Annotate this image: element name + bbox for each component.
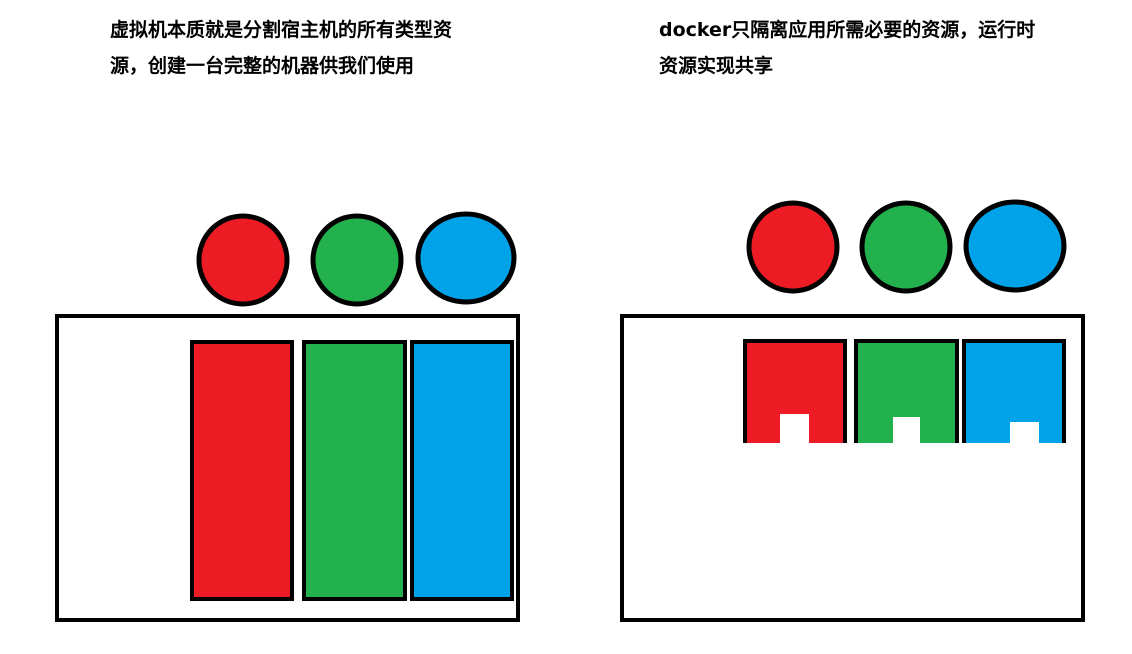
vm-red-circle [196,213,290,307]
docker-red-gap [780,414,809,444]
docker-blue-gap [1010,422,1039,444]
diagram-canvas [55,199,1085,622]
docker-green-gap [893,417,920,444]
docker-diagram [620,199,1085,622]
vm-green-circle [310,213,404,307]
docker-blue-circle [963,199,1067,293]
vm-green-block [302,340,407,601]
vm-blue-block [410,340,514,601]
vm-diagram [55,211,520,622]
docker-green-circle [859,200,953,294]
vm-red-block [190,340,294,601]
vm-blue-circle [415,211,517,305]
docker-red-circle [746,200,840,294]
